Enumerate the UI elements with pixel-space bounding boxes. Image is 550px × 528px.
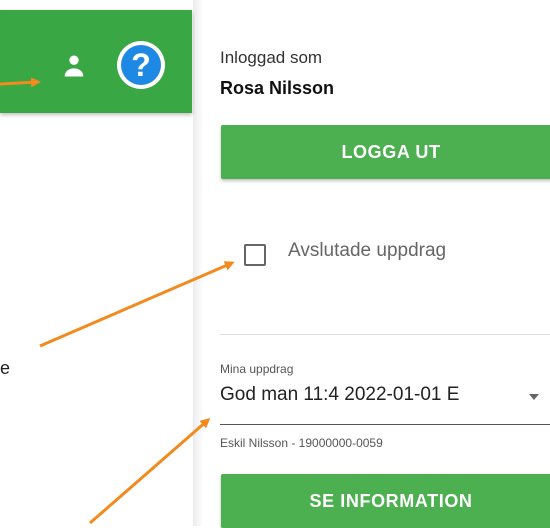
completed-assignments-label[interactable]: Avslutade uppdrag [288,240,446,262]
logged-in-label: Inloggad som [220,48,323,67]
assignments-helper-text: Eskil Nilsson - 19000000-0059 [220,436,383,450]
see-information-button[interactable]: SE INFORMATION [221,474,550,528]
assignments-select-underline [220,424,550,425]
person-icon[interactable] [60,52,88,80]
user-name: Rosa Nilsson [220,78,335,98]
top-app-bar: ? [0,10,192,113]
help-circle-icon[interactable]: ? [117,41,165,89]
help-glyph: ? [121,45,161,85]
chevron-down-icon[interactable] [529,394,539,400]
cropped-text-fragment: e [0,358,11,378]
left-pane: ? e [0,0,192,526]
section-divider [220,334,550,335]
logout-button[interactable]: LOGGA UT [221,125,550,179]
panel-shadow-divider [193,0,203,526]
account-panel: Inloggad som Rosa Nilsson LOGGA UT Avslu… [204,0,550,528]
assignments-select-label: Mina uppdrag [220,362,294,376]
assignments-select[interactable]: God man 11:4 2022-01-01 E [220,384,516,406]
completed-assignments-checkbox[interactable] [244,244,266,266]
